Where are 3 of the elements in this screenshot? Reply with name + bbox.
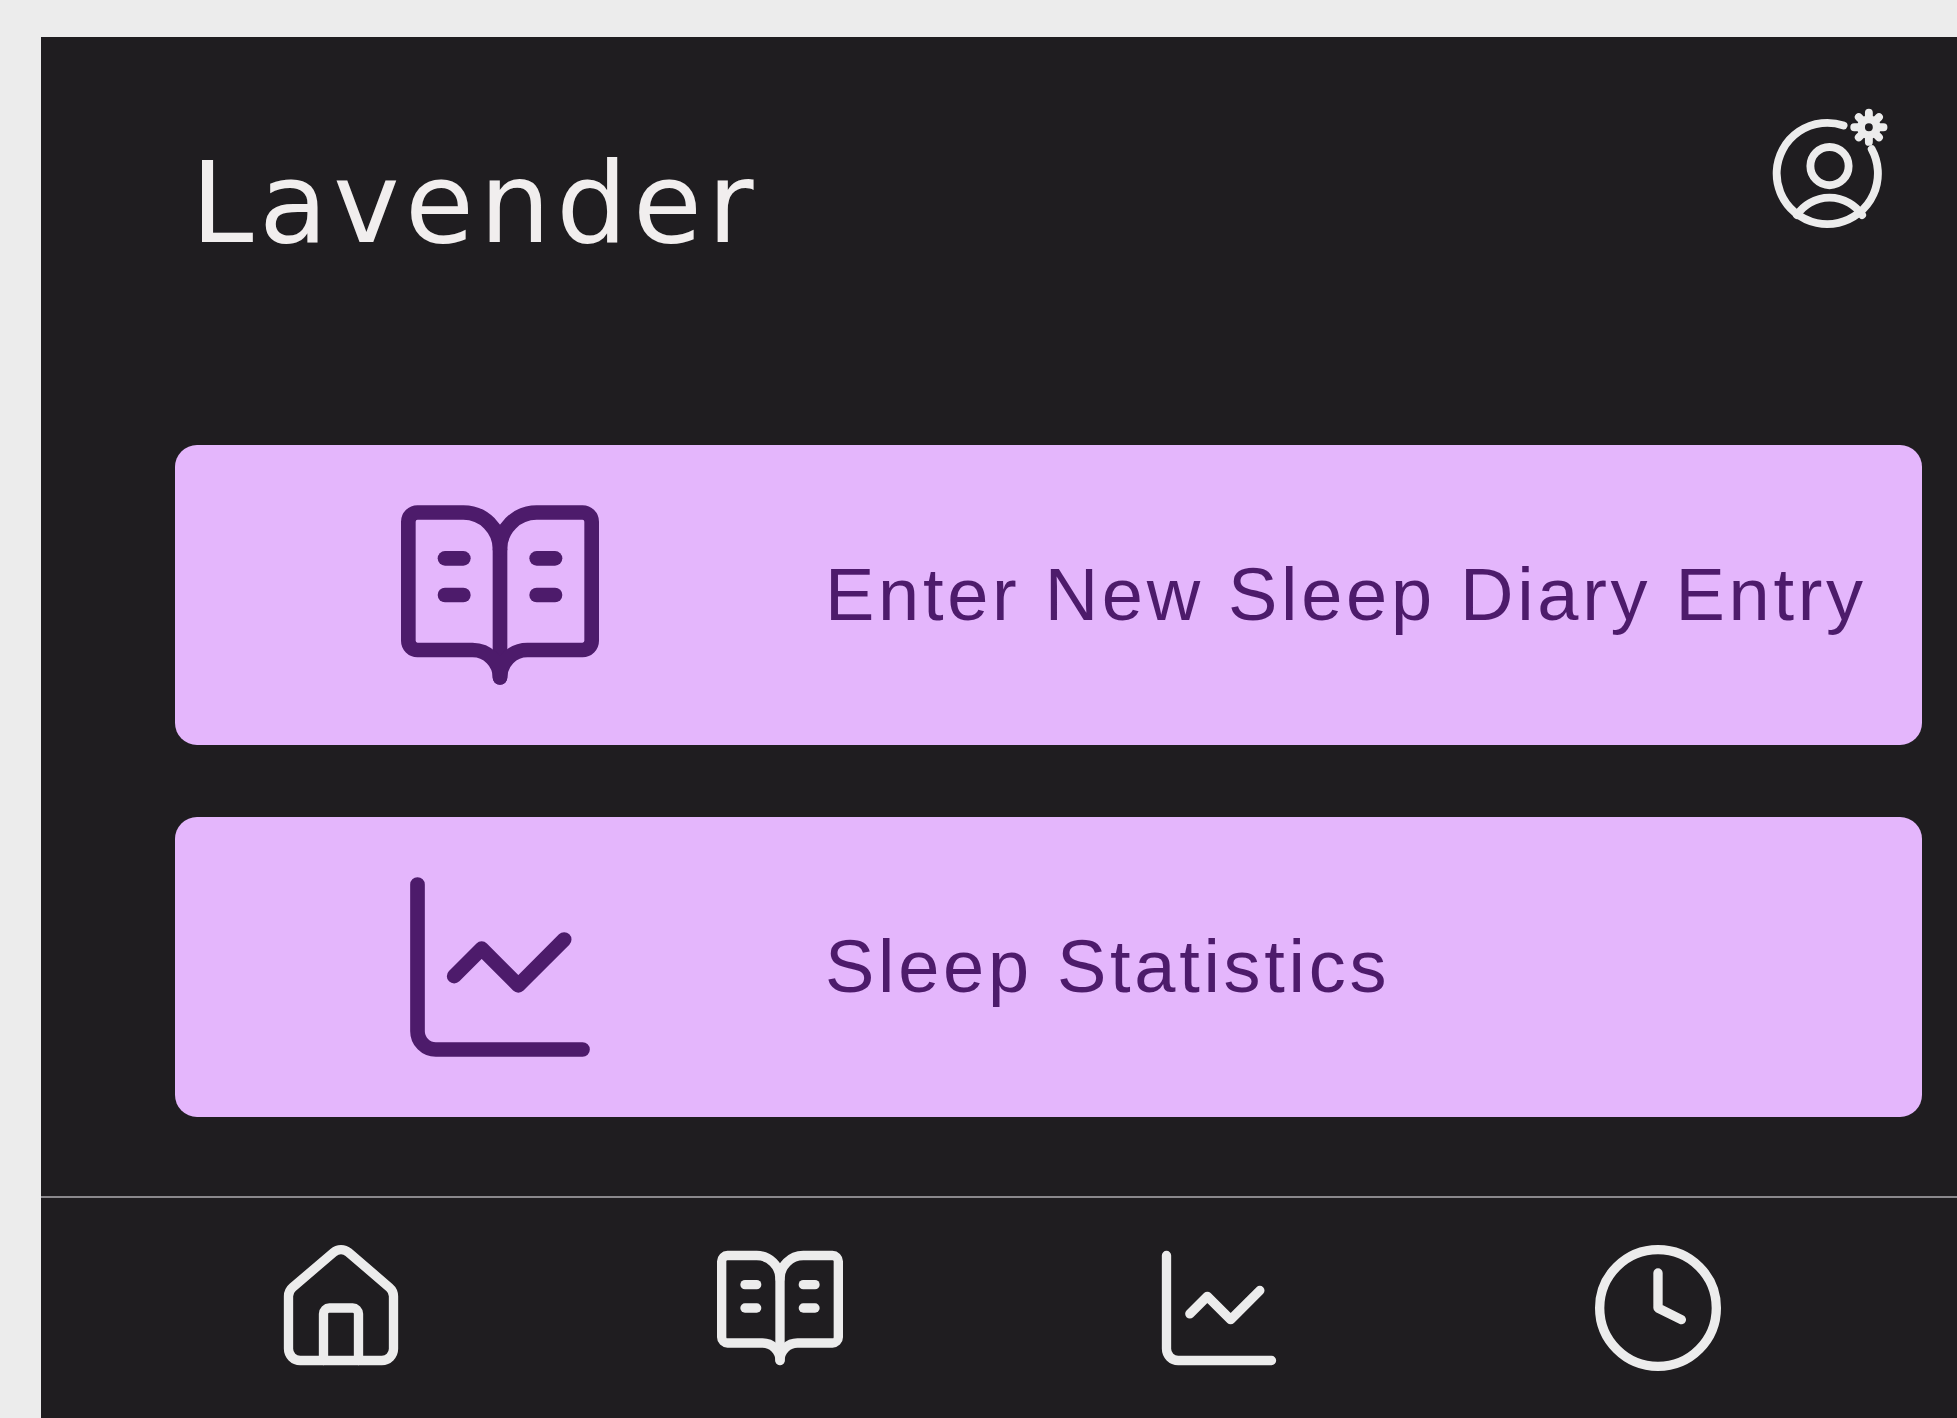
action-card[interactable]: Enter New Sleep Diary Entry [175, 445, 1922, 745]
action-card[interactable]: Sleep Statistics [175, 817, 1922, 1117]
app-title: Lavender [191, 147, 760, 259]
